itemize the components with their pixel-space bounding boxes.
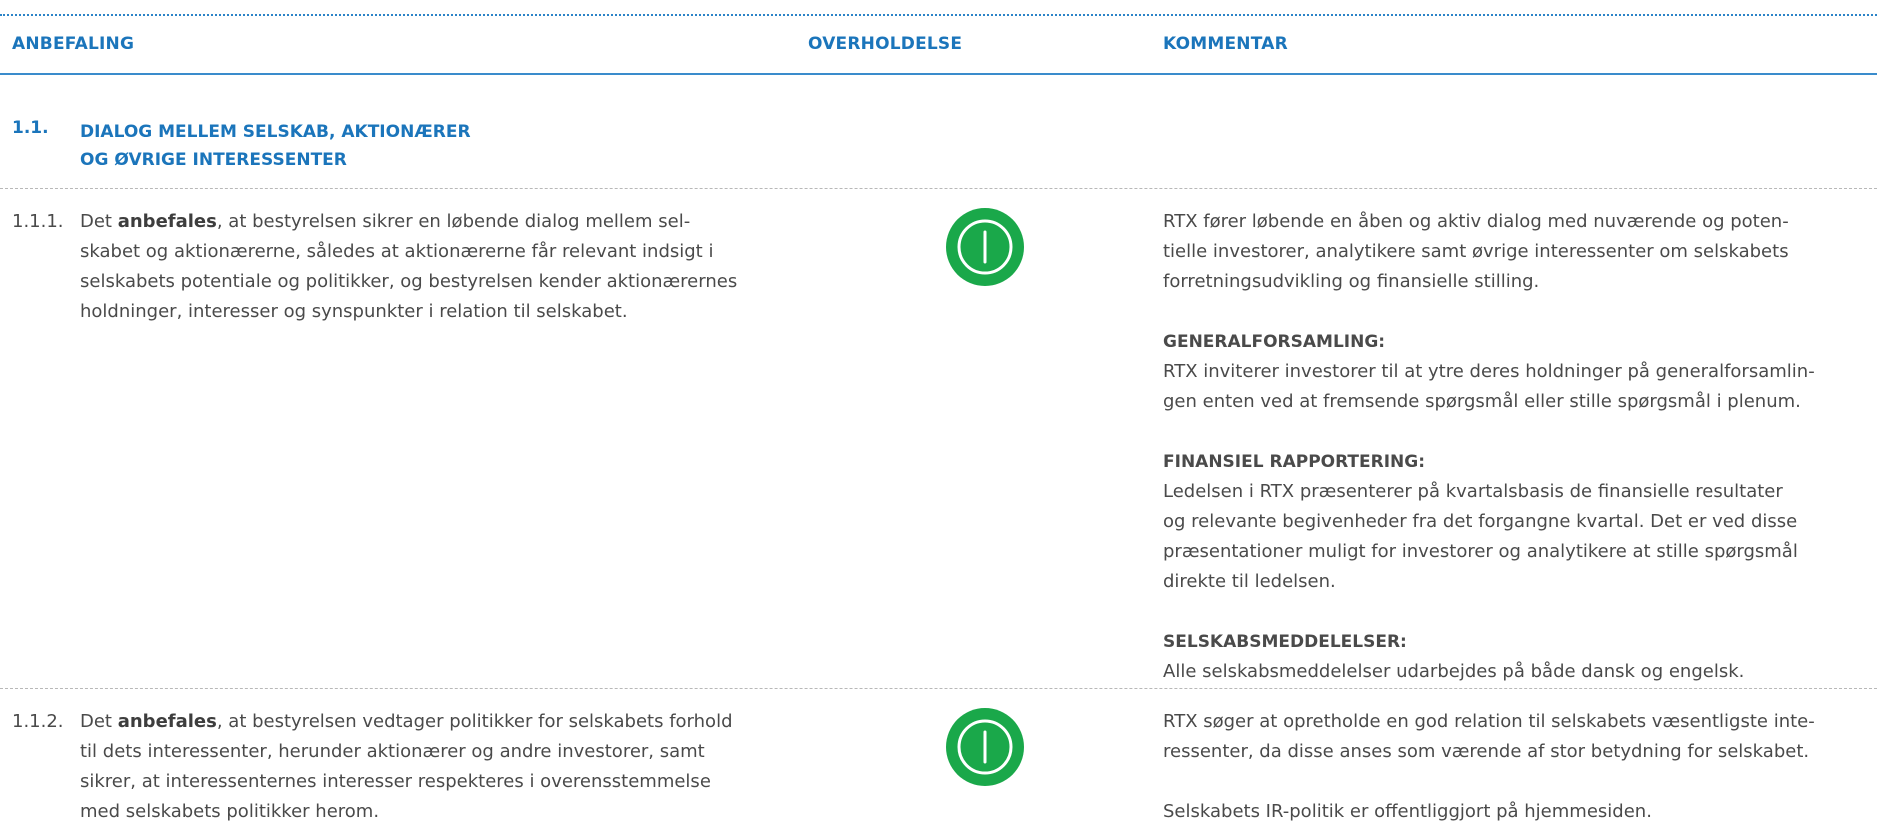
item-recommendation-text: Det anbefales, at bestyrelsen sikrer en …	[80, 207, 820, 327]
item-comment: RTX søger at opretholde en god relation …	[1163, 707, 1868, 827]
comment-line: ressenter, da disse anses som værende af…	[1163, 741, 1810, 762]
item-divider	[0, 688, 1877, 689]
comment-line: RTX søger at opretholde en god relation …	[1163, 711, 1815, 732]
comment-subheading: FINANSIEL RAPPORTERING:	[1163, 452, 1426, 472]
section-divider	[0, 188, 1877, 189]
column-header-compliance: OVERHOLDELSE	[808, 34, 963, 54]
item-text-rest: , at bestyrelsen sikrer en løbende dialo…	[216, 211, 691, 232]
item-text-line: sikrer, at interessenternes interesser r…	[80, 771, 711, 792]
item-text-line: med selskabets politikker herom.	[80, 801, 380, 822]
compliance-check-icon	[946, 208, 1024, 286]
section-title-line2: OG ØVRIGE INTERESSENTER	[80, 150, 347, 170]
comment-line: forretningsudvikling og finansielle stil…	[1163, 271, 1540, 292]
comment-line: Alle selskabsmeddelelser udarbejdes på b…	[1163, 661, 1745, 682]
top-divider	[0, 14, 1877, 16]
item-text-line: Det anbefales, at bestyrelsen sikrer en …	[80, 207, 820, 237]
comment-line: Selskabets IR-politik er offentliggjort …	[1163, 801, 1652, 822]
item-text-line: til dets interessenter, herunder aktionæ…	[80, 741, 705, 762]
item-recommendation-text: Det anbefales, at bestyrelsen vedtager p…	[80, 707, 820, 827]
column-header-comment: KOMMENTAR	[1163, 34, 1288, 54]
item-text-prefix: Det	[80, 711, 118, 732]
item-text-bold: anbefales	[117, 211, 217, 232]
item-number: 1.1.2.	[12, 711, 64, 732]
comment-line: og relevante begivenheder fra det forgan…	[1163, 511, 1798, 532]
item-text-line: skabet og aktionærerne, således at aktio…	[80, 241, 714, 262]
section-title-line1: DIALOG MELLEM SELSKAB, AKTIONÆRER	[80, 122, 471, 142]
item-text-bold: anbefales	[117, 711, 217, 732]
item-comment: RTX fører løbende en åben og aktiv dialo…	[1163, 207, 1868, 687]
header-divider	[0, 73, 1877, 75]
section-number: 1.1.	[12, 118, 49, 138]
comment-subheading: GENERALFORSAMLING:	[1163, 332, 1386, 352]
item-number: 1.1.1.	[12, 211, 64, 232]
item-text-line: selskabets potentiale og politikker, og …	[80, 271, 738, 292]
item-text-line: holdninger, interesser og synspunkter i …	[80, 301, 628, 322]
comment-subheading: SELSKABSMEDDELELSER:	[1163, 632, 1407, 652]
section-title: DIALOG MELLEM SELSKAB, AKTIONÆRER OG ØVR…	[80, 118, 640, 174]
comment-line: direkte til ledelsen.	[1163, 571, 1336, 592]
comment-line: tielle investorer, analytikere samt øvri…	[1163, 241, 1789, 262]
compliance-check-icon-svg	[957, 219, 1013, 275]
compliance-check-icon	[946, 708, 1024, 786]
comment-line: RTX inviterer investorer til at ytre der…	[1163, 361, 1815, 382]
comment-line: præsentationer muligt for investorer og …	[1163, 541, 1798, 562]
comment-line: RTX fører løbende en åben og aktiv dialo…	[1163, 211, 1789, 232]
item-text-prefix: Det	[80, 211, 118, 232]
item-text-line: Det anbefales, at bestyrelsen vedtager p…	[80, 707, 820, 737]
comment-line: Ledelsen i RTX præsenterer på kvartalsba…	[1163, 481, 1783, 502]
item-text-rest: , at bestyrelsen vedtager politikker for…	[216, 711, 733, 732]
column-header-recommendation: ANBEFALING	[12, 34, 135, 54]
compliance-check-icon-svg	[957, 719, 1013, 775]
comment-line: gen enten ved at fremsende spørgsmål ell…	[1163, 391, 1801, 412]
